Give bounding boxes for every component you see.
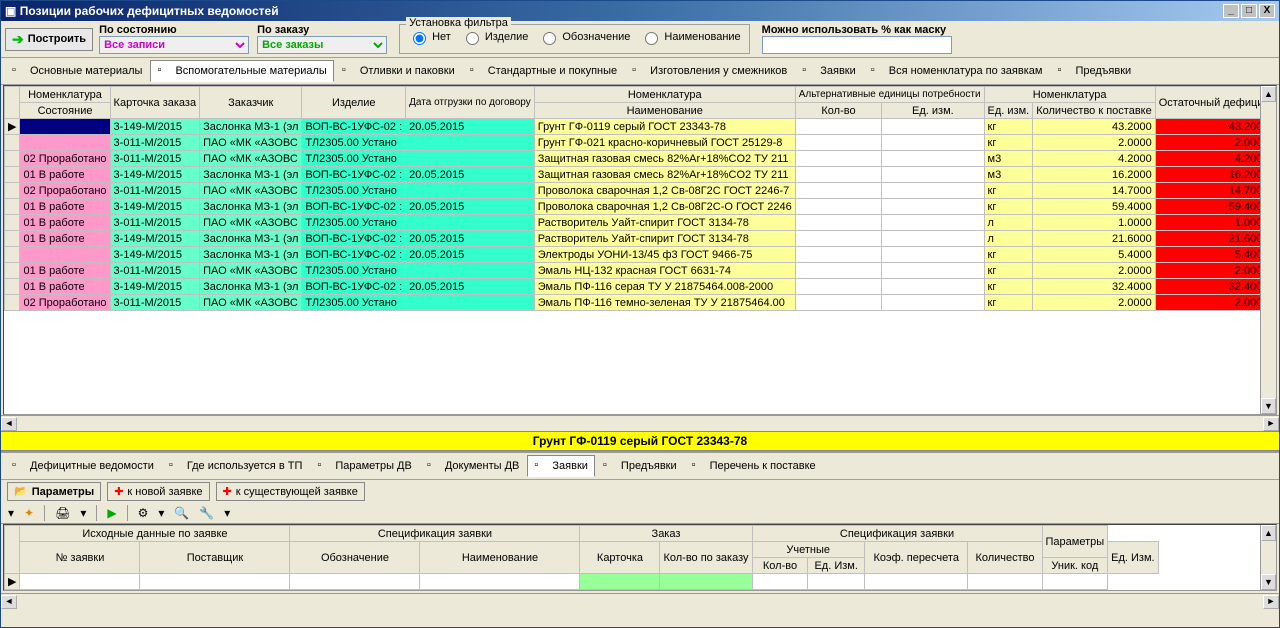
table-row[interactable]: 3-149-M/2015 Заслонка МЗ-1 (эл ВОП-ВС-1У… xyxy=(5,247,1278,263)
table-row[interactable]: 3-011-M/2015 ПАО «МК «АЗОВС ТЛ2305.00 Ус… xyxy=(5,135,1278,151)
table-row[interactable]: 01 В работе 3-149-M/2015 Заслонка МЗ-1 (… xyxy=(5,167,1278,183)
folder-icon: 📂 xyxy=(14,485,28,498)
table-row[interactable]: 02 Проработано 3-011-M/2015 ПАО «МК «АЗО… xyxy=(5,183,1278,199)
main-tab-0[interactable]: ▫Основные материалы xyxy=(5,60,149,82)
lower-toolbar: ▾ ✦ 🖨 ▾ ▶ ⚙ ▾ 🔍 🔧 ▾ xyxy=(1,503,1279,524)
tab-icon: ▫ xyxy=(632,64,646,78)
table-row[interactable]: 01 В работе 3-149-M/2015 Заслонка МЗ-1 (… xyxy=(5,199,1278,215)
table-row[interactable]: 01 В работе 3-149-M/2015 Заслонка МЗ-1 (… xyxy=(5,279,1278,295)
arrow-right-icon: ➔ xyxy=(12,31,24,48)
radio-name[interactable]: Наименование xyxy=(640,29,740,45)
lower-tab-5[interactable]: ▫Предъявки xyxy=(596,455,684,477)
filter-state: По состоянию Все записи xyxy=(99,24,249,54)
filter-setup-group: Установка фильтра Нет Изделие Обозначени… xyxy=(399,24,750,54)
plus-icon: ✚ xyxy=(223,485,232,498)
lower-tab-6[interactable]: ▫Перечень к поставке xyxy=(685,455,823,477)
order-select[interactable]: Все заказы xyxy=(257,36,387,54)
close-button[interactable]: X xyxy=(1259,4,1275,18)
table-row[interactable]: ▶ 3-149-M/2015 Заслонка МЗ-1 (эл ВОП-ВС-… xyxy=(5,119,1278,135)
vscroll-lower[interactable]: ▲▼ xyxy=(1260,525,1276,590)
main-tab-5[interactable]: ▫Заявки xyxy=(795,60,863,82)
radio-item[interactable]: Изделие xyxy=(461,29,529,45)
hscroll-lower[interactable]: ◄► xyxy=(1,593,1279,609)
title-bar: ▣ Позиции рабочих дефицитных ведомостей … xyxy=(1,1,1279,21)
tab-icon: ▫ xyxy=(470,64,484,78)
radio-desig[interactable]: Обозначение xyxy=(538,29,630,45)
flag-icon[interactable]: ▶ xyxy=(104,505,119,521)
sub-tab-1[interactable]: ✚ к новой заявке xyxy=(107,482,209,501)
tab-icon: ▫ xyxy=(692,459,706,473)
lower-tab-3[interactable]: ▫Документы ДВ xyxy=(420,455,527,477)
table-row[interactable]: ▶ xyxy=(5,574,1159,590)
table-row[interactable]: 01 В работе 3-149-M/2015 Заслонка МЗ-1 (… xyxy=(5,231,1278,247)
hscroll-main[interactable]: ◄► xyxy=(1,415,1279,431)
main-tab-1[interactable]: ▫Вспомогательные материалы xyxy=(150,60,333,82)
sub-tab-2[interactable]: ✚ к существующей заявке xyxy=(216,482,365,501)
main-tab-6[interactable]: ▫Вся номенклатура по заявкам xyxy=(864,60,1050,82)
maximize-button[interactable]: □ xyxy=(1241,4,1257,18)
selected-item-label: Грунт ГФ-0119 серый ГОСТ 23343-78 xyxy=(1,431,1279,451)
state-select[interactable]: Все записи xyxy=(99,36,249,54)
tab-icon: ▫ xyxy=(12,64,26,78)
tab-icon: ▫ xyxy=(1057,64,1071,78)
filter-order: По заказу Все заказы xyxy=(257,24,387,54)
table-row[interactable]: 01 В работе 3-011-M/2015 ПАО «МК «АЗОВС … xyxy=(5,263,1278,279)
table-row[interactable]: 02 Проработано 3-011-M/2015 ПАО «МК «АЗО… xyxy=(5,295,1278,311)
mask-input[interactable] xyxy=(762,36,952,54)
main-tab-3[interactable]: ▫Стандартные и покупные xyxy=(463,60,624,82)
tool-icon[interactable]: ⚙ xyxy=(135,505,152,521)
lower-tab-2[interactable]: ▫Параметры ДВ xyxy=(310,455,418,477)
tab-icon: ▫ xyxy=(169,459,183,473)
filter-bar: ➔ Построить По состоянию Все записи По з… xyxy=(1,21,1279,58)
wrench-icon[interactable]: 🔧 xyxy=(196,505,217,521)
refresh-icon[interactable]: ✦ xyxy=(21,505,37,521)
vscroll[interactable]: ▲▼ xyxy=(1260,86,1276,414)
table-row[interactable]: 02 Проработано 3-011-M/2015 ПАО «МК «АЗО… xyxy=(5,151,1278,167)
sub-tab-0[interactable]: 📂 Параметры xyxy=(7,482,101,501)
minimize-button[interactable]: _ xyxy=(1223,4,1239,18)
window-title: Позиции рабочих дефицитных ведомостей xyxy=(20,4,279,18)
window-icon: ▣ xyxy=(5,4,16,18)
tab-icon: ▫ xyxy=(427,459,441,473)
tab-icon: ▫ xyxy=(157,64,171,78)
main-tab-4[interactable]: ▫Изготовления у смежников xyxy=(625,60,794,82)
tab-icon: ▫ xyxy=(603,459,617,473)
tab-icon: ▫ xyxy=(534,459,548,473)
table-row[interactable]: 01 В работе 3-011-M/2015 ПАО «МК «АЗОВС … xyxy=(5,215,1278,231)
plus-icon: ✚ xyxy=(114,485,123,498)
lower-tab-1[interactable]: ▫Где используется в ТП xyxy=(162,455,309,477)
tab-icon: ▫ xyxy=(871,64,885,78)
search-icon[interactable]: 🔍 xyxy=(171,505,192,521)
main-grid: Номенклатура Карточка заказа Заказчик Из… xyxy=(3,85,1277,415)
dropdown-icon[interactable]: ▾ xyxy=(5,505,17,521)
mask-group: Можно использовать % как маску xyxy=(762,24,952,54)
main-tab-2[interactable]: ▫Отливки и паковки xyxy=(335,60,462,82)
sub-tabs: 📂 Параметры ✚ к новой заявке ✚ к существую… xyxy=(1,480,1279,503)
print-icon[interactable]: 🖨 xyxy=(52,505,73,521)
tab-icon: ▫ xyxy=(12,459,26,473)
lower-grid: Исходные данные по заявке Спецификация з… xyxy=(3,524,1277,591)
tab-icon: ▫ xyxy=(342,64,356,78)
radio-no[interactable]: Нет xyxy=(408,29,451,45)
tab-icon: ▫ xyxy=(317,459,331,473)
lower-tab-4[interactable]: ▫Заявки xyxy=(527,455,595,477)
tab-icon: ▫ xyxy=(802,64,816,78)
lower-tab-0[interactable]: ▫Дефицитные ведомости xyxy=(5,455,161,477)
main-tab-7[interactable]: ▫Предъявки xyxy=(1050,60,1138,82)
build-button[interactable]: ➔ Построить xyxy=(5,28,93,51)
main-tabs: ▫Основные материалы▫Вспомогательные мате… xyxy=(1,58,1279,85)
lower-tabs: ▫Дефицитные ведомости▫Где используется в… xyxy=(1,453,1279,480)
